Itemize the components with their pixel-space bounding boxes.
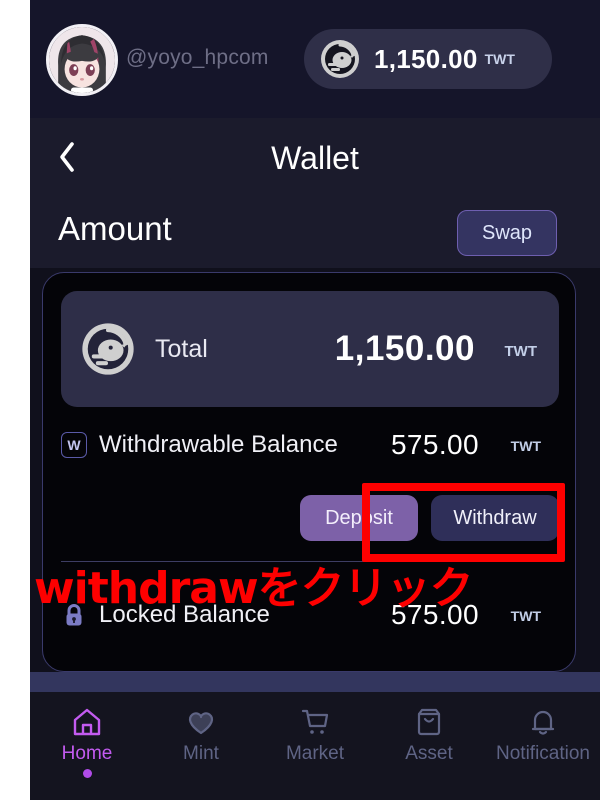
- deposit-button[interactable]: Deposit: [300, 495, 418, 541]
- nav-item-mint[interactable]: Mint: [144, 692, 258, 800]
- account-handle: @yoyo_hpcom: [126, 46, 269, 69]
- topbar-balance-amount: 1,150.00: [374, 43, 478, 74]
- shopping-cart-icon: [301, 709, 329, 734]
- user-avatar-anime-icon: [49, 27, 115, 93]
- nav-label-notification: Notification: [496, 743, 590, 764]
- nav-label-home: Home: [61, 743, 113, 764]
- swap-button[interactable]: Swap: [457, 210, 557, 256]
- twt-coin-icon: [321, 40, 359, 78]
- locked-unit: TWT: [510, 608, 541, 624]
- screenshot-root: @yoyo_hpcom 1,150.00 TWT Wallet Amount S…: [0, 0, 600, 800]
- app-viewport: @yoyo_hpcom 1,150.00 TWT Wallet Amount S…: [30, 0, 600, 800]
- withdrawable-amount: 575.00: [390, 429, 479, 460]
- nav-separator-band: [30, 672, 600, 692]
- total-label: Total: [155, 334, 208, 363]
- bell-icon: [531, 710, 555, 735]
- annotation-text: withdrawをクリック: [34, 563, 474, 614]
- withdraw-button[interactable]: Withdraw: [431, 495, 559, 541]
- nav-item-market[interactable]: Market: [258, 692, 372, 800]
- withdrawable-unit: TWT: [510, 438, 541, 454]
- nav-active-dot: [82, 769, 92, 778]
- balance-pill[interactable]: 1,150.00 TWT: [304, 29, 552, 89]
- twt-coin-icon: [82, 323, 134, 375]
- withdrawable-balance-row: W Withdrawable Balance 575.00 TWT: [61, 425, 559, 465]
- account-topbar: @yoyo_hpcom 1,150.00 TWT: [30, 0, 600, 118]
- heart-icon: [188, 712, 214, 735]
- total-balance-panel: Total 1,150.00 TWT: [61, 291, 559, 407]
- page-title: Wallet: [271, 140, 359, 176]
- withdrawable-label: Withdrawable Balance: [99, 431, 338, 458]
- nav-item-asset[interactable]: Asset: [372, 692, 486, 800]
- amount-heading: Amount: [58, 210, 172, 247]
- total-unit: TWT: [504, 343, 537, 360]
- w-badge-icon: W: [61, 432, 87, 458]
- total-amount: 1,150.00: [334, 329, 475, 368]
- nav-item-notification[interactable]: Notification: [486, 692, 600, 800]
- home-icon: [73, 708, 101, 736]
- bottom-navigation: Home Mint Market Asset Notification: [30, 692, 600, 800]
- nav-label-mint: Mint: [183, 743, 219, 764]
- bag-icon: [417, 708, 441, 736]
- nav-item-home[interactable]: Home: [30, 692, 144, 800]
- nav-label-market: Market: [285, 743, 345, 764]
- avatar[interactable]: [46, 24, 118, 96]
- page-header: Wallet: [30, 118, 600, 196]
- topbar-balance-unit: TWT: [484, 51, 515, 67]
- amount-section-header: Amount Swap: [30, 196, 600, 268]
- nav-label-asset: Asset: [405, 743, 453, 764]
